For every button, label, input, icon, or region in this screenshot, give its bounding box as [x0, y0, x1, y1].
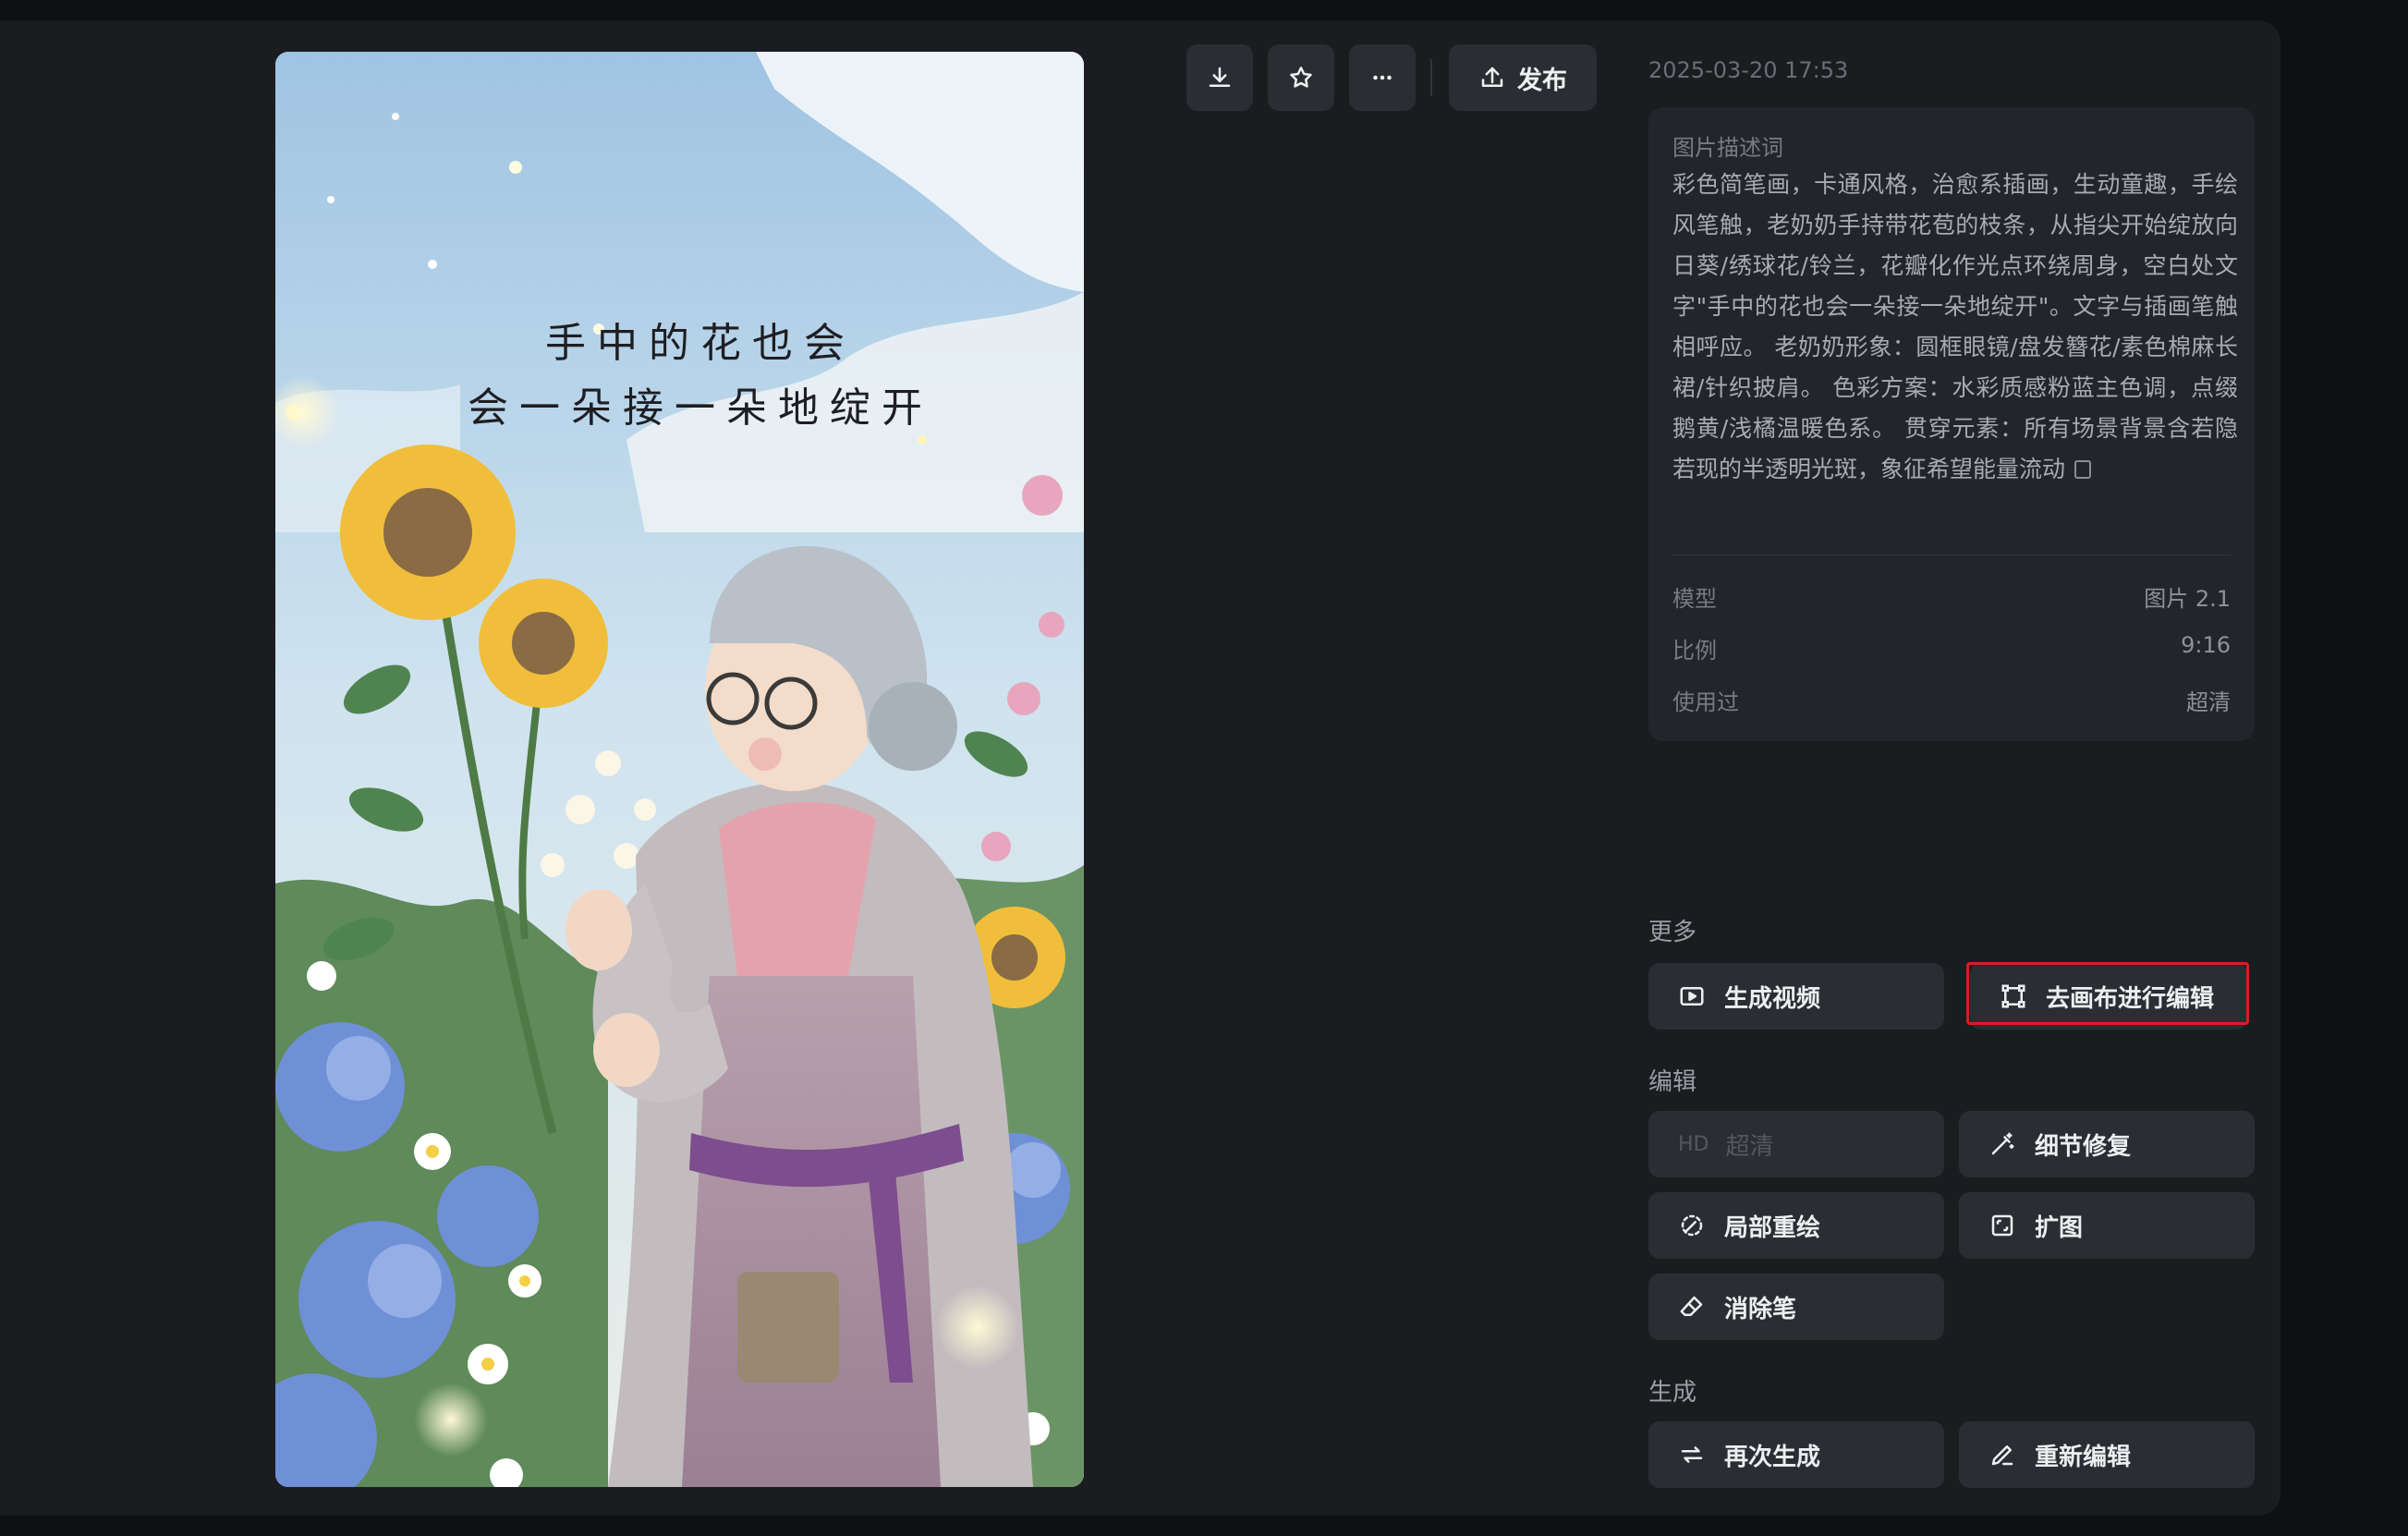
publish-label: 发布	[1517, 66, 1567, 95]
canvas-edit-button[interactable]: 去画布进行编辑	[1970, 963, 2247, 1030]
toolbar-divider	[1430, 59, 1432, 96]
prompt-text-block: 彩色简笔画，卡通风格，治愈系插画，生动童趣，手绘风笔触，老奶奶手持带花苞的枝条，…	[1672, 165, 2238, 490]
image-caption-line2: 会一朵接一朵地绽开	[468, 384, 933, 432]
prompt-text: 彩色简笔画，卡通风格，治愈系插画，生动童趣，手绘风笔触，老奶奶手持带花苞的枝条，…	[1672, 171, 2238, 482]
created-date: 2025-03-20 17:53	[1648, 57, 1849, 83]
download-button[interactable]	[1186, 44, 1253, 111]
model-value: 图片 2.1	[2144, 586, 2231, 612]
info-row-ratio: 比例 9:16	[1672, 632, 2231, 669]
video-icon	[1680, 987, 1704, 1006]
eraser-label: 消除笔	[1724, 1295, 1797, 1323]
image-caption-line1: 手中的花也会	[545, 320, 856, 367]
detail-fix-button[interactable]: 细节修复	[1959, 1111, 2255, 1177]
section-generate-heading: 生成	[1648, 1379, 1697, 1407]
used-label: 使用过	[1672, 689, 1739, 715]
eraser-icon	[1680, 1296, 1703, 1316]
expand-label: 扩图	[2035, 1213, 2084, 1242]
used-value: 超清	[2186, 689, 2231, 715]
expand-button[interactable]: 扩图	[1959, 1192, 2255, 1259]
inpaint-button[interactable]: 局部重绘	[1648, 1192, 1944, 1259]
more-button[interactable]	[1349, 44, 1416, 111]
generate-video-label: 生成视频	[1724, 984, 1821, 1013]
detail-fix-label: 细节修复	[2035, 1132, 2132, 1161]
upscale-label: 超清	[1725, 1132, 1774, 1161]
pencil-icon	[1991, 1445, 2013, 1466]
section-edit-heading: 编辑	[1648, 1068, 1697, 1096]
publish-button[interactable]: 发布	[1449, 44, 1597, 111]
section-more-heading: 更多	[1648, 919, 1697, 946]
star-icon	[1290, 67, 1312, 88]
generated-image[interactable]: 手中的花也会 会一朵接一朵地绽开	[275, 52, 1084, 1487]
hd-badge: HD	[1678, 1132, 1709, 1156]
inpaint-label: 局部重绘	[1724, 1213, 1821, 1242]
upload-icon	[1481, 67, 1503, 87]
ratio-value: 9:16	[2181, 632, 2231, 658]
favorite-button[interactable]	[1268, 44, 1334, 111]
image-info-card: 图片描述词 彩色简笔画，卡通风格，治愈系插画，生动童趣，手绘风笔触，老奶奶手持带…	[1648, 107, 2255, 741]
brush-dashed-icon	[1681, 1214, 1703, 1237]
generate-video-button[interactable]: 生成视频	[1648, 963, 1944, 1030]
more-horizontal-icon	[1373, 75, 1392, 80]
eraser-button[interactable]: 消除笔	[1648, 1274, 1944, 1340]
info-row-used: 使用过 超清	[1672, 684, 2231, 721]
canvas-icon	[2001, 984, 2025, 1008]
model-label: 模型	[1672, 586, 1717, 612]
prompt-label: 图片描述词	[1672, 135, 1783, 161]
illustration-grandma-flowers: 手中的花也会 会一朵接一朵地绽开	[275, 52, 1084, 1487]
magic-wand-icon	[1991, 1132, 2014, 1155]
canvas-edit-label: 去画布进行编辑	[2046, 984, 2215, 1013]
download-icon	[1209, 67, 1231, 87]
expand-frame-icon	[1991, 1214, 2013, 1237]
re-edit-button[interactable]: 重新编辑	[1959, 1421, 2255, 1488]
copy-icon[interactable]	[2074, 460, 2092, 479]
upscale-button[interactable]: HD 超清	[1648, 1111, 1944, 1177]
info-row-model: 模型 图片 2.1	[1672, 580, 2231, 617]
re-edit-label: 重新编辑	[2035, 1443, 2132, 1471]
regenerate-label: 再次生成	[1724, 1443, 1821, 1471]
ratio-label: 比例	[1672, 638, 1717, 664]
regenerate-button[interactable]: 再次生成	[1648, 1421, 1944, 1488]
refresh-icon	[1681, 1446, 1703, 1463]
